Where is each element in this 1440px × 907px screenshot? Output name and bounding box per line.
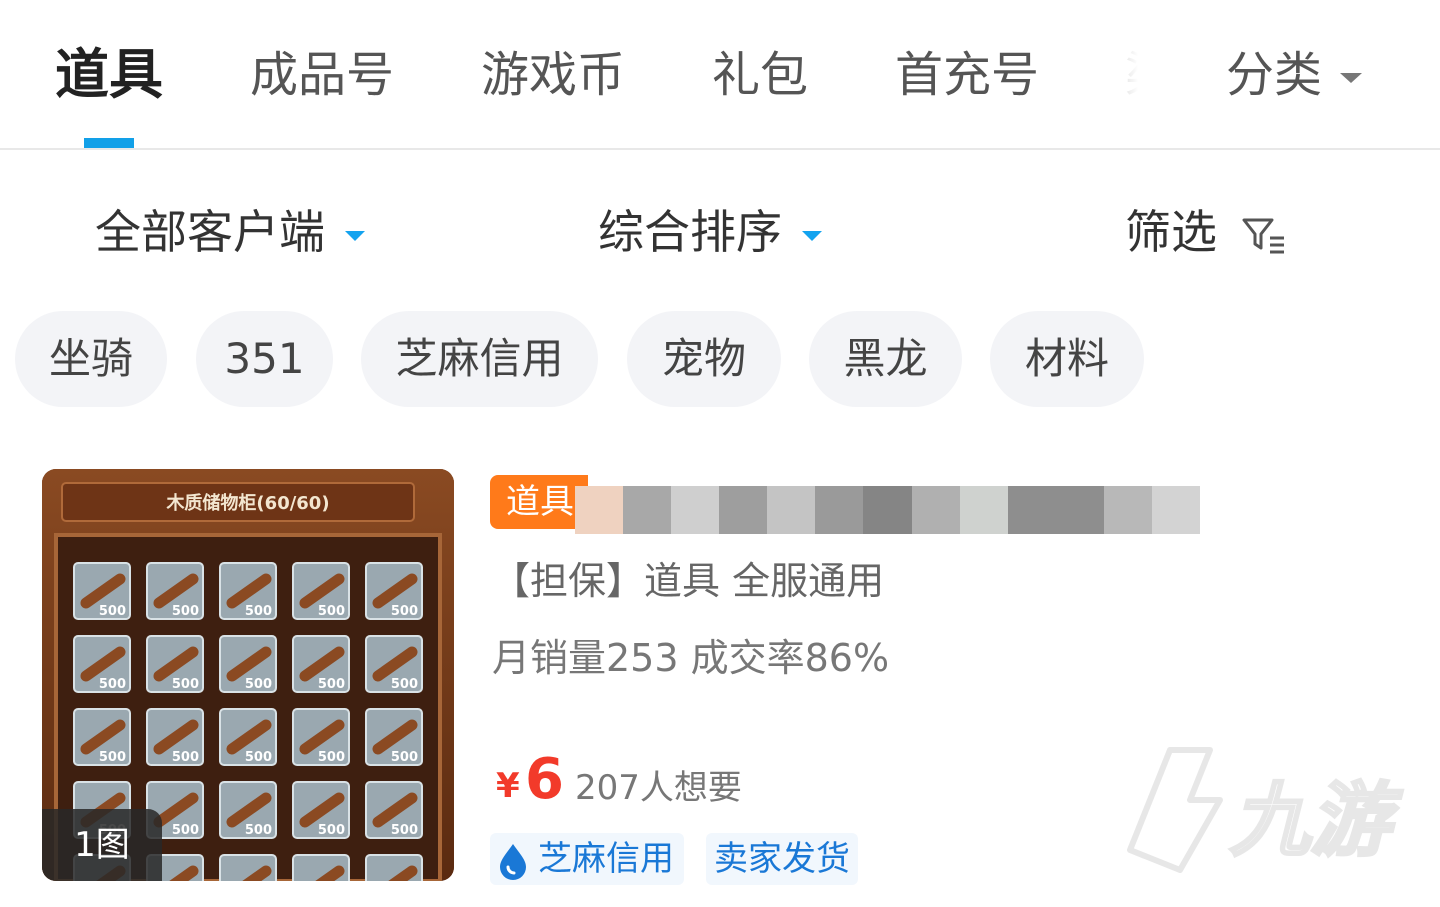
chip-black-dragon[interactable]: 黑龙	[809, 311, 962, 407]
category-menu-button[interactable]: 分类	[1226, 40, 1363, 110]
water-drop-icon	[500, 843, 526, 880]
image-title: 木质储物柜(60/60)	[165, 492, 329, 514]
slot-quantity: 500	[318, 604, 345, 619]
product-description: 【担保】道具 全服通用	[492, 559, 885, 603]
product-title-blurred	[575, 486, 1201, 534]
chip-351[interactable]: 351	[196, 311, 333, 407]
filter-funnel-icon	[1242, 218, 1284, 253]
watermark-text: 九游	[1230, 774, 1403, 867]
slot-quantity: 500	[318, 677, 345, 692]
sort-label: 综合排序	[598, 205, 782, 259]
tab-gift-packs[interactable]: 礼包	[712, 40, 808, 110]
slot-quantity: 500	[172, 604, 199, 619]
price: 6	[525, 747, 564, 812]
slot-quantity: 500	[318, 750, 345, 765]
tab-bar: 道具 成品号 游戏币 礼包 首充号 渠 分类	[0, 0, 1440, 150]
tab-game-coins[interactable]: 游戏币	[481, 40, 625, 110]
slot-quantity: 500	[318, 823, 345, 838]
tab-overflow-fade	[1040, 0, 1155, 148]
sesame-credit-badge: 芝麻信用	[490, 833, 684, 885]
chip-sesame-credit[interactable]: 芝麻信用	[361, 311, 598, 407]
slot-quantity: 500	[391, 677, 418, 692]
chip-pet[interactable]: 宠物	[627, 311, 781, 407]
chip-mount[interactable]: 坐骑	[15, 311, 167, 407]
item-type-tag: 道具	[490, 475, 588, 529]
active-tab-indicator	[84, 138, 134, 148]
slot-quantity: 500	[172, 823, 199, 838]
client-filter-dropdown[interactable]: 全部客户端	[95, 200, 365, 264]
currency-symbol: ¥	[496, 766, 520, 806]
slot-quantity: 500	[391, 604, 418, 619]
seller-ships-badge: 卖家发货	[706, 833, 858, 885]
slot-quantity: 500	[245, 677, 272, 692]
image-count-badge: 1图	[42, 809, 162, 881]
slot-quantity: 500	[245, 604, 272, 619]
slot-quantity: 500	[99, 750, 126, 765]
client-filter-label: 全部客户端	[95, 205, 325, 259]
credit-badge-label: 芝麻信用	[538, 839, 674, 879]
category-menu-label: 分类	[1226, 47, 1323, 103]
slot-quantity: 500	[391, 750, 418, 765]
chevron-down-icon	[1340, 73, 1363, 83]
sales-stats: 月销量253 成交率86%	[492, 636, 890, 680]
tab-accounts[interactable]: 成品号	[250, 40, 394, 110]
filter-button[interactable]: 筛选	[1125, 200, 1286, 264]
caret-down-icon	[345, 230, 365, 241]
tab-first-charge[interactable]: 首充号	[895, 40, 1039, 110]
slot-quantity: 500	[245, 823, 272, 838]
slot-quantity: 500	[172, 677, 199, 692]
caret-down-icon	[802, 230, 822, 241]
filter-label: 筛选	[1125, 205, 1217, 259]
wants-count: 207人想要	[575, 768, 742, 808]
chip-materials[interactable]: 材料	[990, 311, 1144, 407]
slot-quantity: 500	[99, 604, 126, 619]
sort-dropdown[interactable]: 综合排序	[598, 200, 822, 264]
slot-quantity: 500	[245, 750, 272, 765]
product-thumbnail[interactable]: 木质储物柜(60/60) 500 500 500 500 500 500 500 500 500…	[42, 469, 454, 881]
slot-quantity: 500	[391, 823, 418, 838]
jiuyou-watermark-logo: 九游	[1127, 747, 1405, 873]
slot-quantity: 500	[172, 750, 199, 765]
slot-quantity: 500	[99, 677, 126, 692]
tab-items[interactable]: 道具	[55, 40, 163, 110]
